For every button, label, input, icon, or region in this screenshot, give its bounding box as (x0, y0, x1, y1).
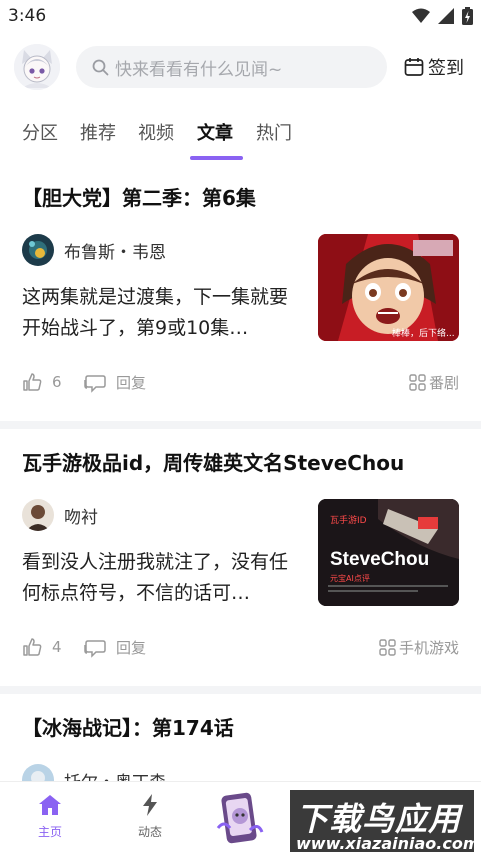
author-info[interactable]: 托尔・奥丁森 (22, 764, 166, 781)
watermark: 下载鸟应用 www.xiazainiao.com (288, 788, 480, 854)
lightning-icon (143, 794, 157, 816)
thumbnail-kicker: 瓦手游ID (330, 516, 367, 526)
article-excerpt: 这两集就是过渡集，下一集就要开始战斗了，第9或10集… (22, 286, 289, 339)
article-card[interactable]: 【胆大党】第二季：第6集 布鲁斯・韦恩 这两集就是过渡集，下一集就要开始战斗了，… (0, 166, 481, 421)
author-name: 托尔・奥丁森 (64, 768, 166, 782)
search-icon (92, 59, 109, 75)
nav-home[interactable]: 主页 (20, 794, 80, 840)
article-footer: 6 回复 番剧 (22, 372, 459, 396)
like-button[interactable]: 4 (22, 637, 62, 657)
tab-recommend[interactable]: 推荐 (80, 119, 116, 145)
author-info[interactable]: 吻衬 (22, 499, 98, 531)
top-bar: 快来看看有什么见闻~ 签到 (0, 40, 481, 96)
thumbs-up-icon (23, 373, 42, 391)
active-tab-indicator (190, 156, 243, 160)
reply-button[interactable]: 回复 (84, 637, 146, 658)
status-icons (412, 7, 473, 25)
article-thumbnail[interactable]: 棒棒，后下络... (318, 234, 459, 341)
checkin-button[interactable]: 签到 (404, 54, 464, 80)
wifi-icon (412, 8, 430, 23)
like-count: 4 (52, 638, 62, 656)
thumbs-up-icon (23, 638, 42, 656)
category-tag-label: 手机游戏 (398, 639, 459, 657)
reply-button[interactable]: 回复 (84, 372, 146, 393)
category-tag[interactable]: 番剧 (409, 372, 459, 393)
checkin-label: 签到 (428, 58, 464, 79)
author-name: 布鲁斯・韦恩 (64, 242, 166, 263)
grid-icon (379, 639, 396, 656)
comment-icon (84, 639, 106, 658)
like-button[interactable]: 6 (22, 372, 62, 392)
signal-icon (438, 8, 454, 24)
thumbnail-subline: 元宝AI点评 (330, 574, 370, 583)
article-card[interactable]: 【冰海战记】：第174话 托尔・奥丁森 (0, 696, 481, 781)
article-title: 瓦手游极品id，周传雄英文名SteveChou (22, 451, 405, 475)
battery-icon (462, 7, 473, 25)
article-thumbnail[interactable]: 瓦手游ID SteveChou 元宝AI点评 (318, 499, 459, 606)
category-tag[interactable]: 手机游戏 (379, 637, 459, 658)
tab-hot[interactable]: 热门 (256, 119, 292, 145)
tab-articles[interactable]: 文章 (197, 119, 233, 145)
divider (0, 421, 481, 429)
reply-label: 回复 (116, 639, 147, 657)
nav-feed[interactable]: 动态 (120, 794, 180, 840)
nav-home-label: 主页 (37, 825, 62, 839)
article-excerpt: 看到没人注册我就注了，没有任何标点符号，不信的话可… (22, 551, 289, 604)
author-avatar[interactable] (22, 499, 54, 531)
category-tag-label: 番剧 (428, 374, 459, 392)
tab-video[interactable]: 视频 (138, 119, 174, 145)
article-title: 【胆大党】第二季：第6集 (22, 186, 256, 210)
article-title: 【冰海战记】：第174话 (22, 716, 234, 740)
user-avatar[interactable] (14, 44, 60, 90)
watermark-url: www.xiazainiao.com (296, 834, 480, 853)
grid-icon (409, 374, 426, 391)
home-icon (39, 795, 61, 815)
comment-icon (84, 374, 106, 393)
reply-label: 回复 (116, 374, 147, 392)
status-time: 3:46 (8, 6, 47, 26)
article-footer: 4 回复 手机游戏 (22, 637, 459, 661)
tab-partition[interactable]: 分区 (22, 119, 58, 145)
author-info[interactable]: 布鲁斯・韦恩 (22, 234, 166, 266)
thumbnail-headline: SteveChou (330, 549, 430, 570)
like-count: 6 (52, 373, 62, 391)
category-tabs: 分区 推荐 视频 文章 热门 (0, 112, 481, 162)
center-publish-button[interactable] (214, 788, 266, 848)
author-avatar[interactable] (22, 234, 54, 266)
nav-feed-label: 动态 (137, 825, 162, 839)
search-placeholder: 快来看看有什么见闻~ (115, 59, 283, 80)
calendar-icon (404, 58, 424, 76)
divider (0, 686, 481, 694)
status-bar: 3:46 (0, 0, 481, 34)
author-name: 吻衬 (64, 507, 98, 528)
search-input[interactable]: 快来看看有什么见闻~ (76, 46, 387, 88)
thumbnail-caption: 棒棒，后下络... (392, 329, 455, 339)
author-avatar[interactable] (22, 764, 54, 781)
article-card[interactable]: 瓦手游极品id，周传雄英文名SteveChou 吻衬 看到没人注册我就注了，没有… (0, 431, 481, 686)
